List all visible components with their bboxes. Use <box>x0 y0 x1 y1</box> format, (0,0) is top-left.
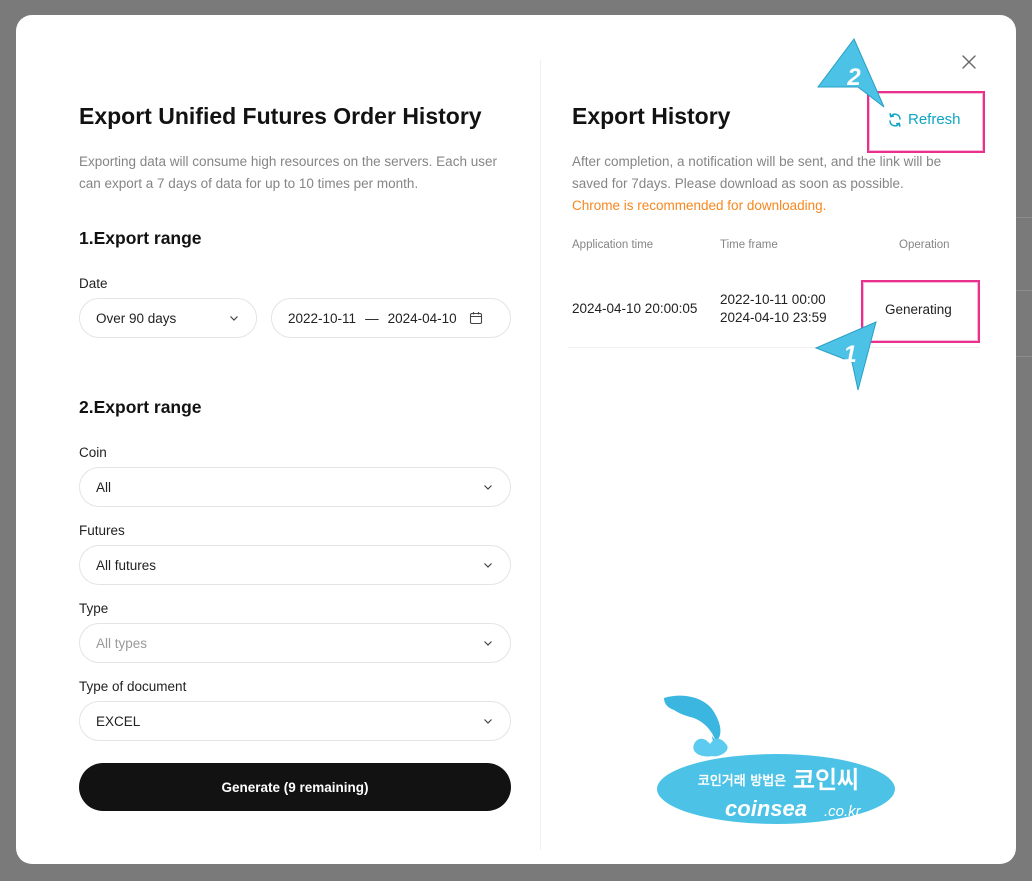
chevron-down-icon <box>484 563 492 568</box>
generate-button[interactable]: Generate (9 remaining) <box>79 763 511 811</box>
time-frame-start-cell: 2022-10-11 00:00 <box>720 292 826 307</box>
close-icon <box>962 55 976 69</box>
chevron-down-icon <box>484 641 492 646</box>
application-time-cell: 2024-04-10 20:00:05 <box>572 301 698 316</box>
callout-number-1: 1 <box>843 341 856 368</box>
chrome-warning: Chrome is recommended for downloading. <box>572 198 827 213</box>
date-separator: — <box>365 310 379 326</box>
date-start: 2022-10-11 <box>288 310 357 326</box>
form-title: Export Unified Futures Order History <box>79 103 482 129</box>
panel-divider <box>540 60 541 850</box>
column-time-frame: Time frame <box>720 239 778 251</box>
type-select[interactable]: All types <box>79 623 511 663</box>
coinsea-watermark-logo: 코인거래 방법은 코인씨 coinsea .co.kr <box>655 695 897 826</box>
date-end: 2024-04-10 <box>387 310 457 326</box>
refresh-label: Refresh <box>908 111 961 128</box>
date-preset-value: Over 90 days <box>96 310 177 326</box>
backdrop <box>1016 217 1032 218</box>
watermark-korean-text: 코인거래 방법은 <box>698 773 786 789</box>
coin-select[interactable]: All <box>79 467 511 507</box>
section-export-range-2: 2.Export range <box>79 397 202 417</box>
date-preset-select[interactable]: Over 90 days <box>79 298 257 338</box>
futures-select[interactable]: All futures <box>79 545 511 585</box>
export-modal: Export Unified Futures Order History Exp… <box>16 15 1016 864</box>
callout-arrow-2: 2 <box>817 38 885 108</box>
form-description: Exporting data will consume high resourc… <box>79 154 497 191</box>
type-placeholder: All types <box>96 635 148 651</box>
refresh-button[interactable]: Refresh <box>887 111 961 128</box>
chevron-down-icon <box>484 485 492 490</box>
document-type-value: EXCEL <box>96 713 141 729</box>
column-application-time: Application time <box>572 239 654 251</box>
backdrop <box>1016 290 1032 291</box>
type-label: Type <box>79 601 109 616</box>
backdrop <box>1016 356 1032 357</box>
callout-number-2: 2 <box>846 64 861 91</box>
history-title: Export History <box>572 103 731 129</box>
document-type-select[interactable]: EXCEL <box>79 701 511 741</box>
chevron-down-icon <box>484 719 492 724</box>
close-button[interactable] <box>960 53 978 71</box>
calendar-icon <box>469 312 482 325</box>
coin-value: All <box>96 479 112 495</box>
futures-label: Futures <box>79 523 125 538</box>
document-type-label: Type of document <box>79 679 187 694</box>
watermark-latin-brand: coinsea <box>725 796 807 821</box>
watermark-domain: .co.kr <box>824 803 862 820</box>
callout-arrow-1: 1 <box>814 321 877 391</box>
operation-status: Generating <box>885 302 952 317</box>
history-description: After completion, a notification will be… <box>572 154 942 191</box>
refresh-icon <box>889 112 901 127</box>
section-export-range-1: 1.Export range <box>79 228 202 248</box>
column-operation: Operation <box>899 239 950 251</box>
coin-label: Coin <box>79 445 107 460</box>
watermark-korean-brand: 코인씨 <box>793 766 859 794</box>
date-label: Date <box>79 276 108 291</box>
time-frame-end-cell: 2024-04-10 23:59 <box>720 310 827 325</box>
futures-value: All futures <box>96 557 157 573</box>
chevron-down-icon <box>230 316 238 321</box>
date-range-picker[interactable]: 2022-10-11 — 2024-04-10 <box>271 298 511 338</box>
